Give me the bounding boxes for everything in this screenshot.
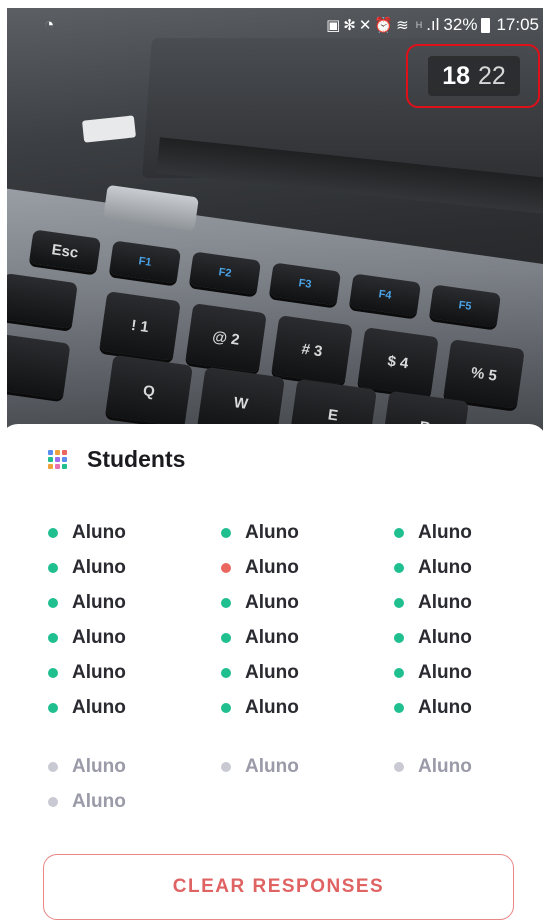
student-item[interactable]: Aluno <box>221 697 299 719</box>
student-name: Aluno <box>418 756 472 777</box>
sheet-header: Students <box>48 446 185 473</box>
status-bar: ◔ ▣✻✕⏰≋ H .ıl 32% 17:05 <box>0 12 547 42</box>
screenshot-notification-icon: ◔ <box>44 15 55 34</box>
battery-percent: 32% <box>443 15 478 34</box>
battery-icon <box>481 17 491 33</box>
keyboard-key: % 5 <box>443 339 525 409</box>
keyboard-key: @ 2 <box>185 303 267 373</box>
student-item[interactable]: Aluno <box>394 662 472 684</box>
paper-clip-object <box>81 115 137 143</box>
keyboard-key: # 3 <box>271 315 353 385</box>
student-status-dot <box>48 563 58 573</box>
student-status-dot <box>221 528 231 538</box>
student-name: Aluno <box>72 697 126 718</box>
student-item[interactable]: Aluno <box>394 557 472 579</box>
response-counter: 18 22 <box>428 56 520 96</box>
keyboard-key: Q <box>105 354 193 428</box>
student-name: Aluno <box>72 557 126 578</box>
student-status-dot <box>394 563 404 573</box>
student-item[interactable]: Aluno <box>48 522 126 544</box>
student-name: Aluno <box>245 662 299 683</box>
student-status-dot <box>48 668 58 678</box>
student-status-dot <box>394 668 404 678</box>
student-name: Aluno <box>245 522 299 543</box>
student-name: Aluno <box>245 627 299 648</box>
student-name: Aluno <box>72 662 126 683</box>
keyboard-key: ! 1 <box>99 291 181 361</box>
student-status-dot <box>394 762 404 772</box>
student-name: Aluno <box>418 557 472 578</box>
student-status-dot <box>221 668 231 678</box>
student-item[interactable]: Aluno <box>48 756 126 778</box>
student-name: Aluno <box>72 522 126 543</box>
student-item[interactable]: Aluno <box>48 557 126 579</box>
student-status-dot <box>394 703 404 713</box>
keyboard-key <box>7 273 78 329</box>
student-name: Aluno <box>418 662 472 683</box>
keyboard-key: $ 4 <box>357 327 439 397</box>
student-item[interactable]: Aluno <box>221 522 299 544</box>
student-status-dot <box>48 762 58 772</box>
student-item[interactable]: Aluno <box>394 522 472 544</box>
signal-icon: .ıl <box>426 15 440 34</box>
student-name: Aluno <box>418 697 472 718</box>
keyboard-key <box>7 332 71 400</box>
student-status-dot <box>48 797 58 807</box>
network-type: H <box>415 20 423 30</box>
student-item[interactable]: Aluno <box>221 756 299 778</box>
clear-responses-button[interactable]: CLEAR RESPONSES <box>43 854 514 920</box>
student-status-dot <box>221 633 231 643</box>
student-item[interactable]: Aluno <box>221 557 299 579</box>
student-item[interactable]: Aluno <box>221 592 299 614</box>
student-status-dot <box>394 528 404 538</box>
student-status-dot <box>221 762 231 772</box>
student-status-dot <box>48 528 58 538</box>
student-item[interactable]: Aluno <box>48 662 126 684</box>
total-count: 22 <box>478 61 506 90</box>
student-name: Aluno <box>418 522 472 543</box>
clock: 17:05 <box>496 15 539 34</box>
response-counter-highlight: 18 22 <box>406 44 540 108</box>
student-item[interactable]: Aluno <box>394 592 472 614</box>
status-icons: ▣✻✕⏰≋ <box>326 17 412 34</box>
student-status-dot <box>48 598 58 608</box>
student-item[interactable]: Aluno <box>48 791 126 813</box>
students-sheet: Students Aluno Aluno Aluno Aluno Aluno Aluno A… <box>0 424 547 920</box>
answered-count: 18 <box>442 61 470 90</box>
student-name: Aluno <box>245 557 299 578</box>
student-item[interactable]: Aluno <box>394 756 472 778</box>
student-name: Aluno <box>72 756 126 777</box>
student-item[interactable]: Aluno <box>48 592 126 614</box>
student-name: Aluno <box>418 592 472 613</box>
student-status-dot <box>394 633 404 643</box>
student-name: Aluno <box>245 756 299 777</box>
student-item[interactable]: Aluno <box>221 662 299 684</box>
student-name: Aluno <box>245 697 299 718</box>
student-item[interactable]: Aluno <box>48 627 126 649</box>
student-status-dot <box>221 563 231 573</box>
student-name: Aluno <box>72 592 126 613</box>
student-item[interactable]: Aluno <box>221 627 299 649</box>
grid-icon <box>48 450 67 469</box>
student-item[interactable]: Aluno <box>394 697 472 719</box>
student-status-dot <box>48 703 58 713</box>
student-name: Aluno <box>72 791 126 812</box>
student-item[interactable]: Aluno <box>48 697 126 719</box>
student-item[interactable]: Aluno <box>394 627 472 649</box>
student-name: Aluno <box>72 627 126 648</box>
student-status-dot <box>221 598 231 608</box>
student-status-dot <box>48 633 58 643</box>
student-name: Aluno <box>418 627 472 648</box>
student-status-dot <box>394 598 404 608</box>
student-name: Aluno <box>245 592 299 613</box>
sheet-title: Students <box>87 446 186 472</box>
student-status-dot <box>221 703 231 713</box>
